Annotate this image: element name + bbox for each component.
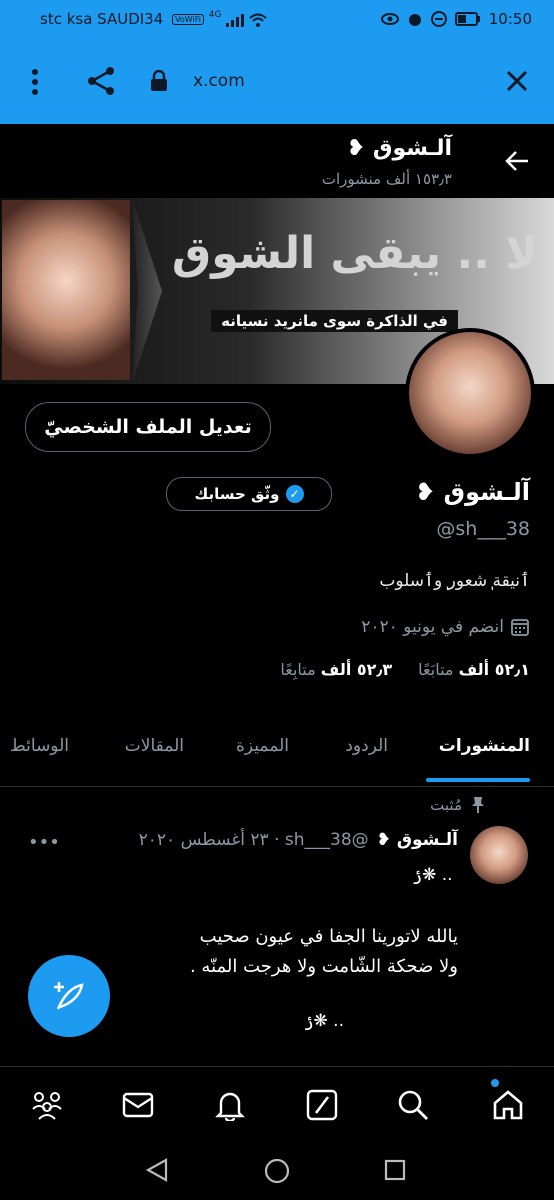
eye-icon xyxy=(380,13,399,25)
carrier-info: stc ksa SAUDI34 VoWiFi 4G xyxy=(40,10,267,28)
communities-icon[interactable] xyxy=(27,1085,67,1125)
banner-chevron-decor xyxy=(132,198,162,384)
follow-stats: ٥٢٫١ ألف متابَعًا ٥٢٫٣ ألف متابِعًا xyxy=(280,660,530,679)
home-icon[interactable] xyxy=(488,1085,528,1125)
grok-icon[interactable] xyxy=(302,1085,342,1125)
pin-icon xyxy=(472,797,484,813)
clock: 10:50 xyxy=(488,10,532,28)
pinned-label: مُثبت xyxy=(430,796,462,814)
share-icon[interactable] xyxy=(86,66,116,96)
android-home-icon[interactable] xyxy=(264,1158,290,1184)
post-text-line: ولا ضحكة الشّامت ولا هرجت المنّه . xyxy=(189,956,458,977)
display-name: آلـشوق ❥ xyxy=(415,478,530,506)
bottom-navigation xyxy=(0,1066,554,1143)
wifi-icon xyxy=(249,13,267,27)
post-text-line: يالله لاتورينا الجفا في عيون صحيب xyxy=(199,926,458,947)
followers-count: ٥٢٫٣ ألف xyxy=(320,660,393,679)
join-date: انضم في يونيو ٢٠٢٠ xyxy=(361,617,530,637)
compose-post-button[interactable] xyxy=(28,955,110,1037)
tabs-divider xyxy=(0,786,554,787)
kebab-menu-icon[interactable] xyxy=(28,68,42,96)
post-author-avatar[interactable] xyxy=(470,826,528,884)
notifications-icon[interactable] xyxy=(210,1085,250,1125)
banner-tagline: في الذاكرة سوى مانريد نسيانه xyxy=(211,310,458,332)
status-bar: stc ksa SAUDI34 VoWiFi 4G 10:50 xyxy=(0,0,554,40)
tab-replies[interactable]: الردود xyxy=(345,736,388,756)
carrier-label: stc ksa SAUDI34 xyxy=(40,10,164,28)
verified-check-icon: ✓ xyxy=(285,485,304,503)
post-header: آلـشوق ❥ @sh___38 · ٢٣ أغسطس ٢٠٢٠ xyxy=(139,830,458,850)
lock-icon xyxy=(151,70,167,91)
following-stat[interactable]: ٥٢٫١ ألف متابَعًا xyxy=(418,660,530,679)
calendar-icon xyxy=(511,619,529,636)
home-notification-dot xyxy=(491,1079,499,1087)
signal-icon xyxy=(226,13,245,27)
dnd-icon xyxy=(430,11,447,27)
search-icon[interactable] xyxy=(393,1085,433,1125)
battery-icon xyxy=(454,12,480,26)
post-text-line: .. ❋ݬ xyxy=(303,1011,344,1031)
network-label: 4G xyxy=(208,10,222,20)
back-arrow-icon[interactable] xyxy=(504,150,530,172)
post-text-line: ⁦⁩ .. ❋ݬ xyxy=(412,865,458,885)
followers-stat[interactable]: ٥٢٫٣ ألف متابِعًا xyxy=(280,660,392,679)
header-title: آلـشوق ❥ xyxy=(346,136,452,161)
pinned-indicator: مُثبت xyxy=(430,796,486,814)
header-post-count: ١٥٣٫٣ ألف منشورات xyxy=(321,170,452,188)
tab-highlights[interactable]: المميزة xyxy=(236,736,289,756)
close-icon[interactable] xyxy=(505,69,529,93)
following-label: متابَعًا xyxy=(418,660,454,679)
android-back-icon[interactable] xyxy=(146,1158,168,1182)
banner-headline: لا .. يبقى الشوق xyxy=(171,228,538,279)
url-field[interactable]: x.com xyxy=(193,71,245,91)
messages-icon[interactable] xyxy=(118,1085,158,1125)
post-author-name[interactable]: آلـشوق ❥ xyxy=(377,830,458,850)
alarm-icon xyxy=(408,14,421,26)
edit-profile-button[interactable]: تعديل الملف الشخصيّ xyxy=(25,402,271,452)
active-tab-indicator xyxy=(426,778,530,782)
followers-label: متابِعًا xyxy=(280,660,316,679)
verify-account-button[interactable]: ✓ وثّق حسابك xyxy=(166,477,332,511)
profile-avatar[interactable] xyxy=(405,328,535,458)
following-count: ٥٢٫١ ألف xyxy=(458,660,530,679)
compose-feather-icon xyxy=(54,982,84,1010)
volte-badge: VoWiFi xyxy=(172,14,205,25)
banner-photo xyxy=(2,200,130,380)
android-nav-bar xyxy=(0,1142,554,1200)
profile-tabs: المنشورات الردود المميزة المقالات الوسائ… xyxy=(0,722,554,784)
tab-articles[interactable]: المقالات xyxy=(125,736,184,756)
post-meta: @sh___38 · ٢٣ أغسطس ٢٠٢٠ xyxy=(138,830,369,850)
join-date-label: انضم في يونيو ٢٠٢٠ xyxy=(361,617,504,637)
post-more-icon[interactable]: ••• xyxy=(28,832,60,853)
tab-posts[interactable]: المنشورات xyxy=(439,736,530,756)
profile-bio: ‎ٲنيقة ‌ٖشعور ‌ٖوٲسلوب xyxy=(379,571,530,591)
android-recents-icon[interactable] xyxy=(384,1159,406,1181)
system-icons: 10:50 xyxy=(380,10,532,28)
verify-label: وثّق حسابك xyxy=(194,485,280,503)
user-handle: @sh___38 xyxy=(436,518,530,540)
browser-toolbar: x.com xyxy=(0,40,554,124)
tab-media[interactable]: الوسائط xyxy=(10,736,69,756)
